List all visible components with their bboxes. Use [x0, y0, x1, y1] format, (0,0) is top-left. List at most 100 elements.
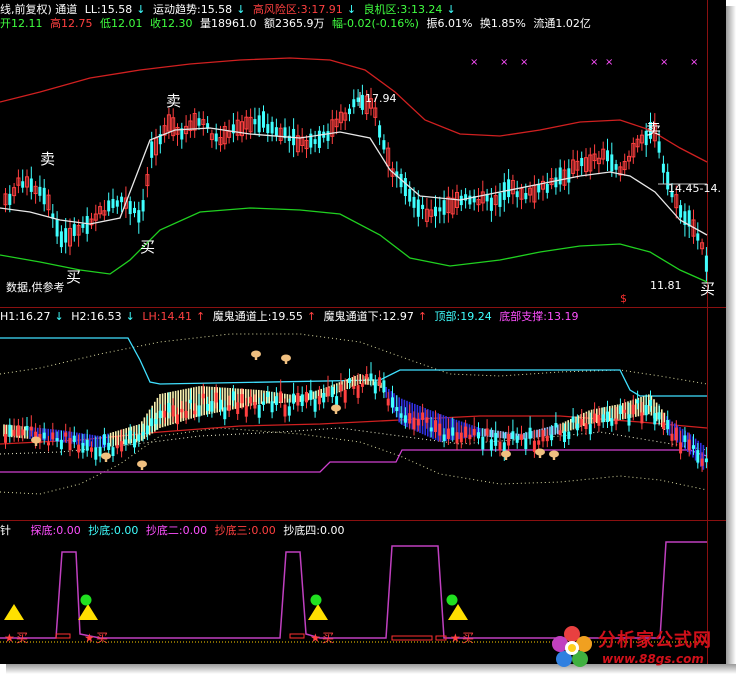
- h1-value: H1:16.27: [0, 310, 51, 323]
- indicator-candle-body: [287, 406, 291, 416]
- chart-title: 线,前复权) 通道: [0, 3, 78, 16]
- x-marker: ×: [500, 57, 508, 68]
- indicator-candle-body: [115, 445, 119, 449]
- indicator-candle-body: [468, 434, 472, 440]
- pane-separator-1: [0, 307, 726, 308]
- indicator-candle-body: [524, 438, 528, 450]
- indicator-candle-body: [640, 412, 644, 424]
- indicator-candle-body: [180, 408, 184, 413]
- logo-name: 分析家公式网: [598, 630, 712, 651]
- h2-value: H2:16.53: [71, 310, 122, 323]
- indicator-candle-body: [412, 417, 416, 430]
- candle-body: [120, 196, 124, 203]
- chance-zone-value: 良机区:3:13.24: [363, 3, 443, 16]
- indicator-candle-body: [262, 401, 265, 405]
- disclaimer: 数据,供参考: [6, 280, 65, 294]
- indicator-candle-body: [343, 389, 347, 403]
- indicator-candle-body: [541, 430, 545, 442]
- indicator-candle-body: [477, 432, 480, 439]
- indicator-candle-body: [77, 444, 81, 453]
- indicator-candle-body: [666, 420, 670, 430]
- indicator-candle-body: [571, 416, 575, 423]
- candle-body: [580, 157, 584, 167]
- indicator-candle-body: [326, 387, 330, 397]
- candle-body: [257, 115, 261, 133]
- indicator-candle-body: [451, 427, 455, 436]
- indicator-candle-body: [12, 429, 16, 436]
- candle-body: [704, 255, 708, 272]
- indicator-candle-body: [472, 428, 476, 436]
- indicator-candle-body: [257, 404, 261, 418]
- indicator-candle-body: [704, 458, 708, 463]
- indicator-candle-body: [593, 413, 597, 423]
- indicator2-header: H1:16.27 ↓ H2:16.53 ↓ LH:14.41 ↑ 魔鬼通道上:19.5…: [0, 310, 582, 323]
- indicator-candle-body: [335, 396, 339, 406]
- candle-body: [606, 150, 609, 162]
- indicator-candle-body: [68, 438, 72, 451]
- indicator-candle-body: [434, 420, 437, 433]
- float-shares: 流通1.02亿: [533, 17, 591, 30]
- indicator-candle-body: [163, 410, 167, 418]
- indicator-candle-body: [657, 412, 661, 420]
- indicator-candle-body: [193, 410, 197, 415]
- indicator-candle-body: [352, 385, 356, 389]
- indicator-candle-body: [42, 432, 46, 439]
- hand-icon-stem: [504, 454, 508, 460]
- indicator-candle-body: [687, 439, 691, 451]
- indicator-candle-body: [528, 427, 532, 439]
- up-arrow-icon: ↑: [195, 310, 206, 323]
- indicator-candle-body: [692, 445, 695, 449]
- yellow-triangle-icon: [4, 604, 24, 620]
- volume: 量18961.0: [200, 17, 257, 30]
- yellow-triangle-icon: [308, 604, 328, 620]
- amount: 额2365.9万: [264, 17, 325, 30]
- candle-body: [434, 206, 437, 217]
- indicator-candle-body: [429, 427, 433, 432]
- down-arrow-icon: ↓: [346, 3, 357, 16]
- indicator-candle-body: [8, 424, 12, 437]
- indicator-candle-body: [64, 432, 68, 437]
- indicator-candle-body: [141, 431, 145, 436]
- indicator-candle-body: [292, 393, 296, 404]
- green-dot-icon: [310, 594, 322, 606]
- candle-body: [266, 124, 270, 134]
- indicator-candle-body: [421, 412, 425, 420]
- indicator-candle-body: [459, 432, 463, 443]
- indicator-candle-body: [55, 438, 59, 442]
- channel-indicator-chart: [0, 333, 708, 495]
- candle-body: [352, 99, 356, 108]
- indicator-candle-body: [171, 405, 175, 417]
- hand-icon-stem: [538, 452, 542, 458]
- trend-value: 运动趋势:15.58: [152, 3, 233, 16]
- candle-body: [313, 139, 317, 144]
- channel-down-value: 魔鬼通道下:12.97: [323, 310, 414, 323]
- flower-logo-icon: [552, 626, 592, 667]
- indicator-candle-body: [674, 427, 678, 441]
- indicator-candle-body: [627, 414, 631, 426]
- candle-body: [262, 111, 265, 128]
- red-base-bar: [55, 633, 71, 639]
- indicator-candle-body: [515, 435, 519, 443]
- indicator-candle-body: [550, 434, 554, 441]
- indicator-candle-body: [29, 426, 33, 431]
- star-icon: ★: [310, 631, 321, 645]
- candle-body: [128, 201, 132, 215]
- indicator-candle-body: [545, 435, 549, 442]
- indicator-candle-body: [580, 418, 584, 426]
- candle-body: [545, 183, 549, 193]
- candle-body: [614, 164, 618, 170]
- indicator-candle-body: [408, 413, 412, 424]
- indicator-candle-body: [305, 391, 308, 403]
- indicator-candle-body: [184, 410, 188, 418]
- candle-body: [524, 192, 528, 200]
- indicator-candle-body: [201, 393, 205, 399]
- candle-body: [408, 189, 412, 202]
- candle-body: [657, 141, 661, 153]
- ll-value: LL:15.58: [84, 3, 133, 16]
- red-base-bar: [289, 633, 305, 639]
- indicator-candle-body: [47, 442, 50, 446]
- indicator-candle-body: [279, 391, 283, 402]
- candle-body: [442, 200, 446, 215]
- indicator-candle-body: [154, 419, 158, 425]
- candle-body: [489, 197, 493, 211]
